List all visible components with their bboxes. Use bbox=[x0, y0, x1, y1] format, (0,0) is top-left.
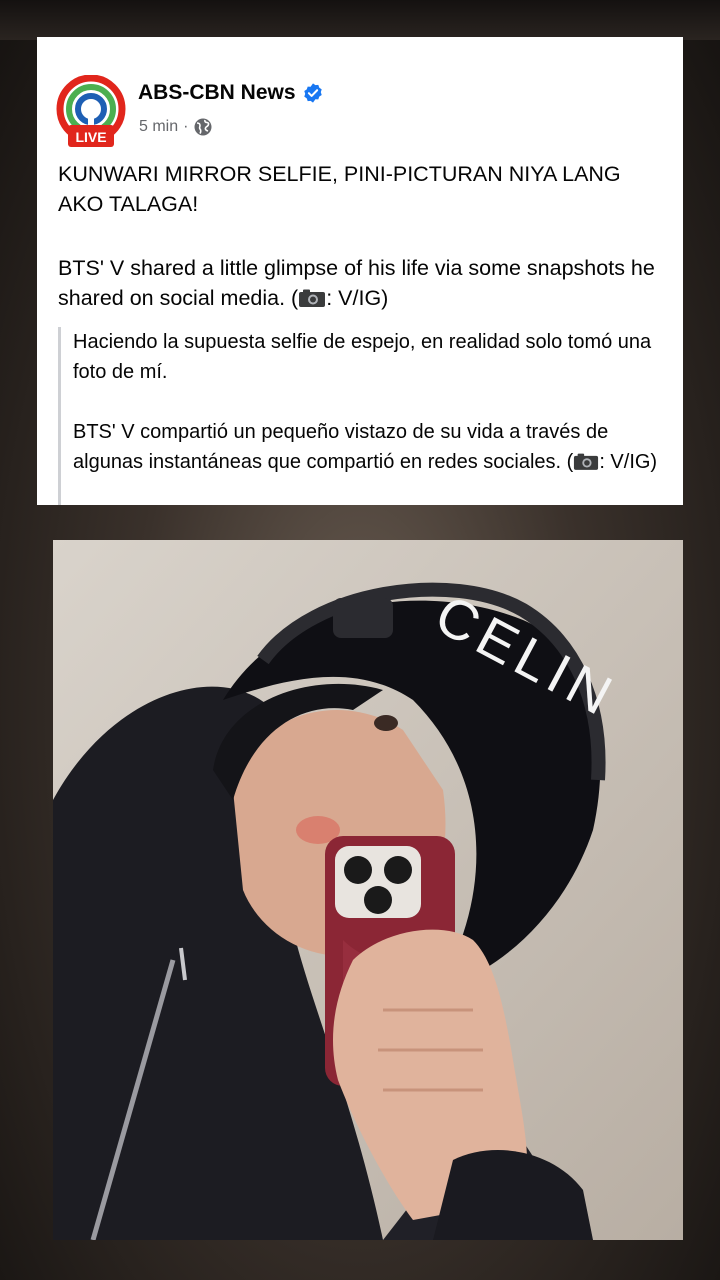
translation-block: Haciendo la supuesta selfie de espejo, e… bbox=[58, 327, 673, 505]
page-name[interactable]: ABS-CBN News bbox=[138, 81, 296, 105]
translation-credit: : V/IG) bbox=[599, 451, 658, 473]
meta-separator: · bbox=[183, 118, 189, 135]
post-card: LIVE ABS-CBN News 5 min · KUNWARI MIRROR… bbox=[37, 37, 683, 505]
post-time[interactable]: 5 min bbox=[139, 118, 178, 136]
post-body-credit: : V/IG) bbox=[326, 286, 389, 310]
translation-line-2: BTS' V compartió un pequeño vistazo de s… bbox=[73, 417, 673, 477]
translation-line-1: Haciendo la supuesta selfie de espejo, e… bbox=[73, 331, 652, 383]
post-meta: 5 min · bbox=[139, 117, 213, 137]
globe-icon bbox=[194, 118, 212, 136]
post-headline: KUNWARI MIRROR SELFIE, PINI-PICTURAN NIY… bbox=[58, 162, 621, 216]
abs-cbn-logo[interactable]: LIVE bbox=[55, 75, 127, 151]
selfie-illustration: CELIN bbox=[53, 540, 683, 1240]
background-top bbox=[0, 0, 720, 40]
post-header: LIVE ABS-CBN News 5 min · bbox=[55, 75, 655, 147]
logo-live-badge: LIVE bbox=[75, 129, 106, 145]
post-photo[interactable]: CELIN bbox=[53, 540, 683, 1240]
page-name-row: ABS-CBN News bbox=[138, 81, 324, 105]
camera-icon bbox=[299, 289, 326, 307]
verified-badge-icon bbox=[303, 83, 322, 103]
post-body: BTS' V shared a little glimpse of his li… bbox=[58, 253, 668, 313]
translation-text: BTS' V compartió un pequeño vistazo de s… bbox=[73, 421, 609, 473]
camera-icon bbox=[574, 453, 599, 470]
